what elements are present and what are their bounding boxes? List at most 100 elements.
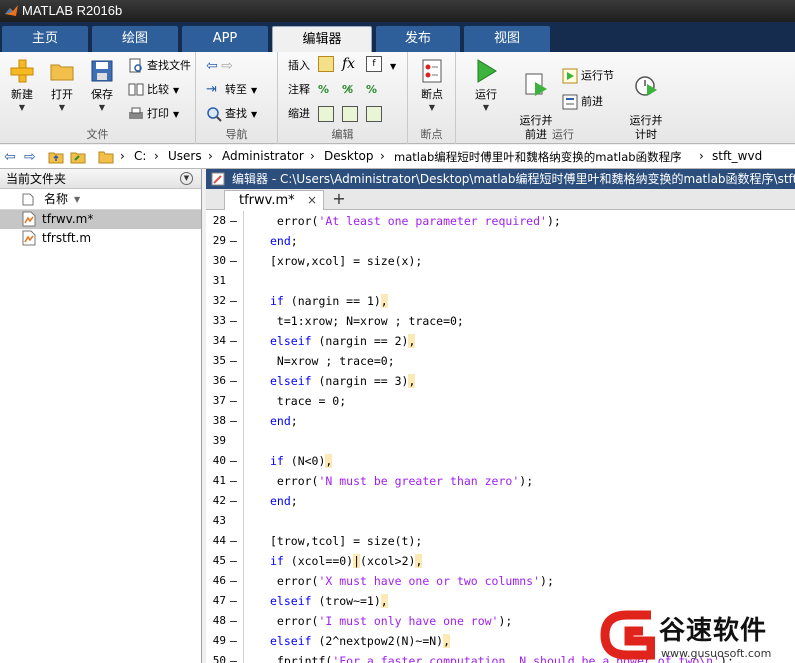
- breakpoint-marker[interactable]: –: [230, 611, 237, 631]
- code-text: if (nargin == 1),: [270, 291, 388, 311]
- breadcrumb-users[interactable]: Users: [168, 149, 202, 163]
- tab-plots[interactable]: 绘图: [92, 26, 178, 52]
- code-line[interactable]: 35– N=xrow ; trace=0;: [206, 351, 795, 371]
- run-section-button[interactable]: 运行节: [562, 66, 614, 86]
- code-line[interactable]: 36– elseif (nargin == 3),: [206, 371, 795, 391]
- percent-icon[interactable]: %: [318, 80, 329, 100]
- breakpoint-marker[interactable]: –: [230, 211, 237, 231]
- chevron-down-icon[interactable]: ▼: [390, 56, 396, 76]
- line-number: 50: [212, 654, 226, 663]
- breakpoint-marker[interactable]: –: [230, 651, 237, 663]
- breakpoint-marker[interactable]: –: [230, 291, 237, 311]
- code-line[interactable]: 34– elseif (nargin == 2),: [206, 331, 795, 351]
- breakpoint-marker[interactable]: –: [230, 251, 237, 271]
- tab-editor[interactable]: 编辑器: [272, 26, 372, 52]
- breakpoint-marker[interactable]: –: [230, 411, 237, 431]
- print-button[interactable]: 打印 ▼: [128, 104, 179, 124]
- breakpoint-marker[interactable]: –: [230, 451, 237, 471]
- code-line[interactable]: 42– end;: [206, 491, 795, 511]
- code-line[interactable]: 32– if (nargin == 1),: [206, 291, 795, 311]
- code-line[interactable]: 43: [206, 511, 795, 531]
- code-line[interactable]: 44– [trow,tcol] = size(t);: [206, 531, 795, 551]
- fx-button[interactable]: fx: [342, 54, 355, 74]
- breakpoint-marker[interactable]: –: [230, 471, 237, 491]
- printer-icon: [129, 107, 143, 119]
- breakpoints-button[interactable]: 断点 ▼: [412, 58, 452, 112]
- code-line[interactable]: 29– end;: [206, 231, 795, 251]
- insert-section-icon[interactable]: [318, 56, 334, 72]
- column-header[interactable]: 名称 ▼: [0, 189, 201, 210]
- code-line[interactable]: 41– error('N must be greater than zero')…: [206, 471, 795, 491]
- up-folder-icon[interactable]: [48, 149, 64, 165]
- browse-folder-icon[interactable]: [70, 149, 86, 165]
- code-string: 'X must have one or two columns': [318, 574, 541, 588]
- code-line[interactable]: 40– if (N<0),: [206, 451, 795, 471]
- new-tab-button[interactable]: +: [328, 189, 350, 210]
- breakpoint-marker[interactable]: –: [230, 591, 237, 611]
- uncomment-icon[interactable]: %̸: [342, 80, 353, 100]
- breakpoint-marker[interactable]: –: [230, 571, 237, 591]
- breakpoint-marker[interactable]: –: [230, 491, 237, 511]
- file-group-label: 文件: [86, 128, 109, 141]
- breakpoint-marker[interactable]: –: [230, 631, 237, 651]
- file-name: tfrstft.m: [42, 231, 92, 245]
- indent-button[interactable]: 缩进: [288, 104, 310, 124]
- close-icon[interactable]: ×: [307, 191, 317, 210]
- line-number: 30: [212, 254, 226, 267]
- breakpoint-marker[interactable]: –: [230, 371, 237, 391]
- find-files-button[interactable]: 查找文件: [128, 56, 191, 76]
- breadcrumb-desktop[interactable]: Desktop: [324, 149, 374, 163]
- file-item-tfrwv[interactable]: tfrwv.m*: [0, 210, 201, 229]
- code-line[interactable]: 45– if (xcol==0)|(xcol>2),: [206, 551, 795, 571]
- code-token: ;: [290, 414, 298, 428]
- breakpoint-marker[interactable]: –: [230, 391, 237, 411]
- new-button[interactable]: 新建 ▼: [2, 58, 42, 112]
- breadcrumb-c[interactable]: C:: [134, 149, 146, 163]
- code-line[interactable]: 33– t=1:xrow; N=xrow ; trace=0;: [206, 311, 795, 331]
- increase-indent-icon[interactable]: [342, 106, 358, 122]
- breakpoint-marker[interactable]: –: [230, 551, 237, 571]
- advance-icon: [562, 94, 578, 110]
- smart-indent-icon[interactable]: [318, 106, 334, 122]
- code-line[interactable]: 39: [206, 431, 795, 451]
- tab-publish[interactable]: 发布: [376, 26, 460, 52]
- breakpoint-marker[interactable]: –: [230, 311, 237, 331]
- compare-button[interactable]: 比较 ▼: [128, 80, 179, 100]
- find-button[interactable]: 查找 ▼: [206, 104, 257, 124]
- tab-apps[interactable]: APP: [182, 26, 268, 52]
- back-arrow-icon[interactable]: ⇦: [4, 149, 20, 165]
- comment-button[interactable]: 注释: [288, 80, 310, 100]
- code-area[interactable]: 28– error('At least one parameter requir…: [206, 211, 795, 663]
- breadcrumb-project-folder[interactable]: matlab编程短时傅里叶和魏格纳变换的matlab函数程序: [394, 149, 682, 165]
- wrap-comment-icon[interactable]: %: [366, 80, 377, 100]
- breakpoint-marker[interactable]: –: [230, 531, 237, 551]
- file-item-tfrstft[interactable]: tfrstft.m: [0, 229, 201, 248]
- m-file-icon: [22, 211, 36, 227]
- editor-tab-tfrwv[interactable]: tfrwv.m* ×: [224, 190, 324, 210]
- save-button[interactable]: 保存 ▼: [82, 58, 122, 112]
- nav-back-forward[interactable]: ⇦ ⇨: [206, 56, 233, 76]
- run-button[interactable]: 运行 ▼: [466, 58, 506, 112]
- breakpoint-marker[interactable]: –: [230, 331, 237, 351]
- panel-actions-icon[interactable]: ▼: [180, 172, 193, 185]
- function-template-icon[interactable]: f: [366, 56, 382, 72]
- code-line[interactable]: 30– [xrow,xcol] = size(x);: [206, 251, 795, 271]
- tab-view[interactable]: 视图: [464, 26, 550, 52]
- decrease-indent-icon[interactable]: [366, 106, 382, 122]
- advance-button[interactable]: 前进: [562, 92, 603, 112]
- line-number: 49: [212, 634, 226, 647]
- open-button[interactable]: 打开 ▼: [42, 58, 82, 112]
- tab-home[interactable]: 主页: [2, 26, 88, 52]
- breadcrumb-stft-wvd[interactable]: stft_wvd: [712, 149, 762, 163]
- goto-button[interactable]: ⇥ 转至 ▼: [206, 80, 257, 100]
- insert-button[interactable]: 插入: [288, 56, 310, 76]
- code-line[interactable]: 38– end;: [206, 411, 795, 431]
- breadcrumb-administrator[interactable]: Administrator: [222, 149, 304, 163]
- breakpoint-marker[interactable]: –: [230, 231, 237, 251]
- code-line[interactable]: 37– trace = 0;: [206, 391, 795, 411]
- code-line[interactable]: 31: [206, 271, 795, 291]
- breakpoint-marker[interactable]: –: [230, 351, 237, 371]
- forward-arrow-icon[interactable]: ⇨: [24, 149, 40, 165]
- code-line[interactable]: 46– error('X must have one or two column…: [206, 571, 795, 591]
- code-line[interactable]: 28– error('At least one parameter requir…: [206, 211, 795, 231]
